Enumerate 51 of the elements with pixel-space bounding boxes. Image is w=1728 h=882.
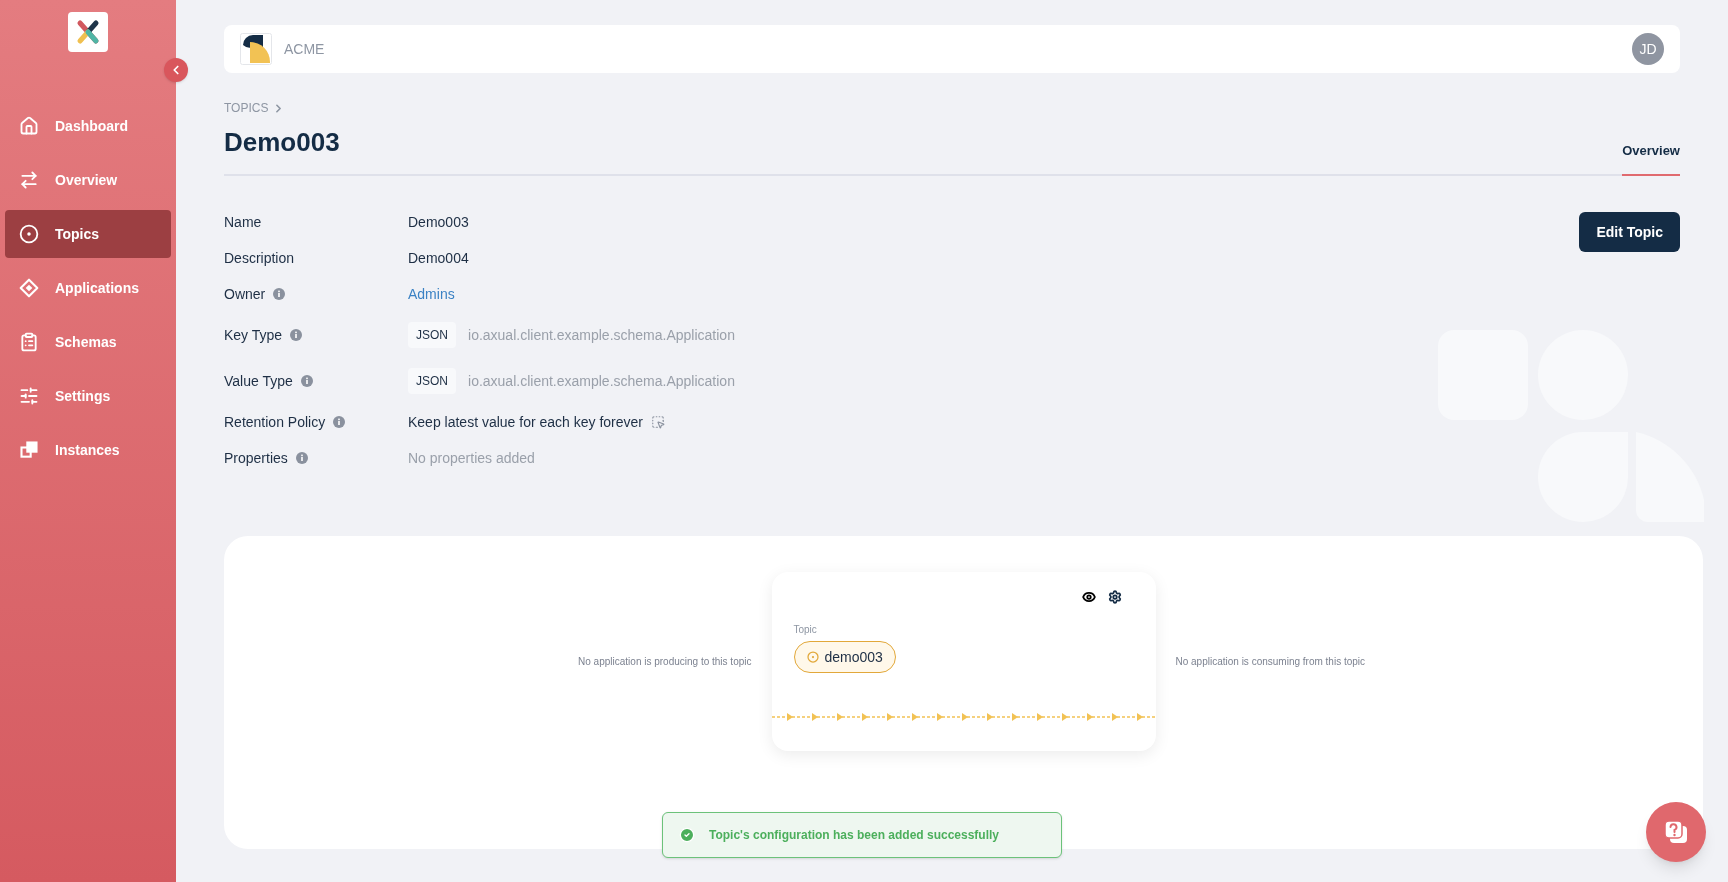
help-icon: [1662, 818, 1690, 846]
target-icon: [806, 651, 819, 663]
collapse-sidebar-button[interactable]: [164, 58, 188, 82]
check-icon: [679, 827, 695, 843]
edit-topic-button[interactable]: Edit Topic: [1579, 212, 1680, 252]
type-badge: JSON: [408, 322, 456, 348]
topic-chip[interactable]: demo003: [793, 641, 896, 673]
detail-label: Description: [224, 248, 295, 268]
nav-item[interactable]: Settings: [5, 372, 171, 420]
detail-label: Retention Policy: [224, 412, 326, 432]
tab[interactable]: Overview: [1622, 140, 1680, 176]
detail-value: Demo004: [408, 248, 469, 268]
user-avatar[interactable]: JD: [1632, 33, 1664, 65]
nav-item[interactable]: Dashboard: [5, 102, 171, 150]
home-icon: [19, 116, 39, 136]
producers-empty-text: No application is producing to this topic: [577, 655, 752, 669]
pointer-square-icon[interactable]: [651, 415, 666, 429]
detail-label: Value Type: [224, 371, 293, 391]
nav-item[interactable]: Overview: [5, 156, 171, 204]
nav-item[interactable]: Applications: [5, 264, 171, 312]
page-title: Demo003: [224, 126, 340, 159]
schema-name: io.axual.client.example.schema.Application: [468, 371, 735, 391]
clipboard-icon: [19, 332, 39, 352]
settings-icon[interactable]: [1107, 590, 1122, 604]
nav-item[interactable]: Topics: [5, 210, 171, 258]
arrows-icon: [19, 170, 39, 190]
nav-item[interactable]: Schemas: [5, 318, 171, 366]
eye-icon[interactable]: [1081, 590, 1096, 604]
sliders-icon: [19, 386, 39, 406]
org-logo-icon: [240, 33, 272, 65]
owner-link[interactable]: Admins: [408, 283, 455, 305]
help-button[interactable]: [1646, 802, 1706, 862]
detail-value: Keep latest value for each key forever: [408, 412, 644, 432]
squares-icon: [19, 440, 39, 460]
detail-value: No properties added: [408, 448, 535, 468]
node-label: Topic: [793, 623, 818, 637]
nav-item[interactable]: Instances: [5, 426, 171, 474]
logo-icon: [68, 12, 108, 52]
detail-label: Name: [224, 212, 262, 232]
detail-value: Demo003: [408, 212, 469, 232]
target-icon: [19, 224, 39, 244]
detail-label: Properties: [224, 448, 288, 468]
consumers-empty-text: No application is consuming from this topic: [1175, 655, 1367, 669]
type-badge: JSON: [408, 368, 456, 394]
org-name: ACME: [284, 39, 325, 59]
detail-label: Key Type: [224, 325, 283, 345]
toast-message: Topic's configuration has been added successfully: [709, 827, 1000, 844]
detail-label: Owner: [224, 284, 266, 304]
schema-name: io.axual.client.example.schema.Application: [468, 325, 735, 345]
diamond-icon: [19, 278, 39, 298]
breadcrumb-link[interactable]: TOPICS: [224, 99, 269, 117]
